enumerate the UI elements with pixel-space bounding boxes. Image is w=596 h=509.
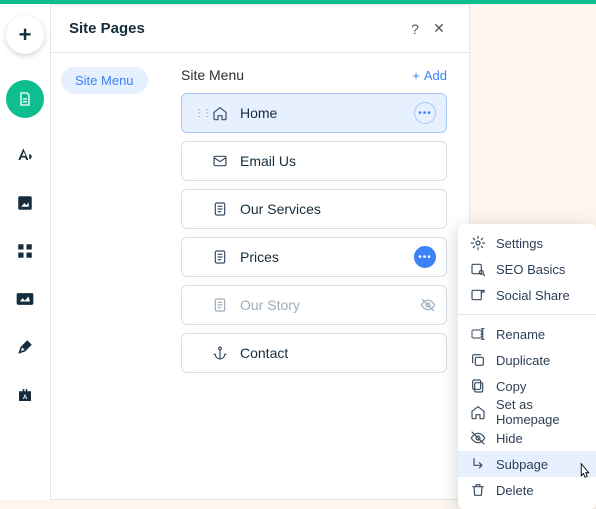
copy-icon: [470, 378, 486, 394]
media-icon[interactable]: [14, 288, 36, 310]
pages-button[interactable]: [6, 80, 44, 118]
page-label: Prices: [240, 249, 414, 265]
home-icon: [210, 105, 230, 121]
page-more-button[interactable]: •••: [414, 246, 436, 268]
menu-item-label: Set as Homepage: [496, 397, 584, 427]
page-label: Email Us: [240, 153, 436, 169]
page-label: Contact: [240, 345, 436, 361]
page-label: Home: [240, 105, 414, 121]
page-icon: [210, 297, 230, 313]
menu-item-subpage[interactable]: Subpage: [458, 451, 596, 477]
subpage-icon: [470, 456, 486, 472]
menu-item-label: Copy: [496, 379, 526, 394]
add-label: Add: [424, 68, 447, 83]
page-item[interactable]: ⋮⋮Contact: [181, 333, 447, 373]
page-item[interactable]: ⋮⋮ Home•••: [181, 93, 447, 133]
svg-text:A: A: [23, 395, 28, 401]
sidebar-tab-site-menu[interactable]: Site Menu: [61, 67, 148, 94]
menu-item-label: Rename: [496, 327, 545, 342]
app-toolbar: + A: [0, 4, 50, 500]
gear-icon: [470, 235, 486, 251]
page-more-button[interactable]: •••: [414, 102, 436, 124]
page-item[interactable]: ⋮⋮Prices•••: [181, 237, 447, 277]
panel-header: Site Pages ? ✕: [51, 5, 469, 53]
menu-item-rename[interactable]: Rename: [458, 321, 596, 347]
typography-icon[interactable]: [14, 144, 36, 166]
add-button[interactable]: +: [6, 16, 44, 54]
plus-icon: +: [412, 68, 420, 83]
page-label: Our Story: [240, 297, 420, 313]
pen-icon[interactable]: [14, 336, 36, 358]
mail-icon: [210, 153, 230, 169]
share-icon: [470, 287, 486, 303]
apps-grid-icon[interactable]: [14, 240, 36, 262]
seo-icon: [470, 261, 486, 277]
close-button[interactable]: ✕: [427, 17, 451, 41]
hidden-icon: [420, 297, 436, 313]
site-pages-panel: Site Pages ? ✕ Site Menu Site Menu + Add…: [50, 4, 470, 500]
page-context-menu: Settings SEO Basics Social Share Rename Dupl…: [458, 224, 596, 509]
hide-icon: [470, 430, 486, 446]
pages-list-region: Site Menu + Add ⋮⋮Home•••⋮⋮Email Us⋮⋮Our…: [181, 53, 469, 499]
menu-item-seo-basics[interactable]: SEO Basics: [458, 256, 596, 282]
page-item[interactable]: ⋮⋮Our Story: [181, 285, 447, 325]
home-icon: [470, 404, 486, 420]
list-title: Site Menu: [181, 67, 412, 83]
menu-item-label: SEO Basics: [496, 262, 565, 277]
menu-item-settings[interactable]: Settings: [458, 230, 596, 256]
delete-icon: [470, 482, 486, 498]
menu-item-hide[interactable]: Hide: [458, 425, 596, 451]
menu-item-social-share[interactable]: Social Share: [458, 282, 596, 308]
image-frame-icon[interactable]: [14, 192, 36, 214]
menu-item-duplicate[interactable]: Duplicate: [458, 347, 596, 373]
page-item[interactable]: ⋮⋮Our Services: [181, 189, 447, 229]
menu-item-label: Subpage: [496, 457, 548, 472]
menu-item-set-as-homepage[interactable]: Set as Homepage: [458, 399, 596, 425]
menu-item-label: Hide: [496, 431, 523, 446]
duplicate-icon: [470, 352, 486, 368]
drag-handle-icon[interactable]: ⋮⋮: [194, 108, 204, 119]
help-button[interactable]: ?: [403, 17, 427, 41]
anchor-icon: [210, 345, 230, 361]
menu-item-label: Duplicate: [496, 353, 550, 368]
menu-item-label: Social Share: [496, 288, 570, 303]
add-page-button[interactable]: + Add: [412, 68, 447, 83]
menu-item-copy[interactable]: Copy: [458, 373, 596, 399]
panel-sidebar: Site Menu: [51, 53, 181, 499]
page-icon: [210, 249, 230, 265]
panel-title: Site Pages: [69, 20, 403, 37]
page-icon: [210, 201, 230, 217]
menu-item-label: Settings: [496, 236, 543, 251]
briefcase-icon[interactable]: A: [14, 384, 36, 406]
menu-item-label: Delete: [496, 483, 534, 498]
rename-icon: [470, 326, 486, 342]
page-item[interactable]: ⋮⋮Email Us: [181, 141, 447, 181]
page-label: Our Services: [240, 201, 436, 217]
menu-separator: [458, 314, 596, 315]
menu-item-delete[interactable]: Delete: [458, 477, 596, 503]
